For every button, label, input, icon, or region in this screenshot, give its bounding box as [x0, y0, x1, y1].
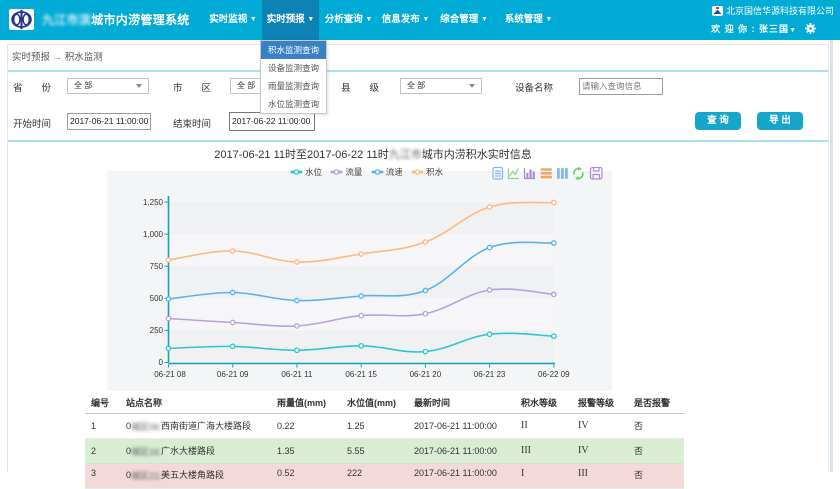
svg-text:1,000: 1,000 — [143, 230, 164, 239]
svg-text:06-21 20: 06-21 20 — [410, 370, 442, 379]
svg-text:06-21 23: 06-21 23 — [474, 370, 506, 379]
svg-text:06-21 08: 06-21 08 — [154, 370, 186, 379]
svg-text:0: 0 — [159, 358, 164, 367]
svg-text:06-22 09: 06-22 09 — [538, 370, 570, 379]
svg-text:06-21 11: 06-21 11 — [281, 370, 313, 379]
svg-text:06-21 09: 06-21 09 — [217, 370, 249, 379]
svg-text:250: 250 — [150, 326, 164, 335]
svg-text:750: 750 — [150, 262, 164, 271]
svg-text:06-21 15: 06-21 15 — [345, 370, 377, 379]
svg-text:500: 500 — [150, 294, 164, 303]
svg-text:1,250: 1,250 — [143, 198, 164, 207]
